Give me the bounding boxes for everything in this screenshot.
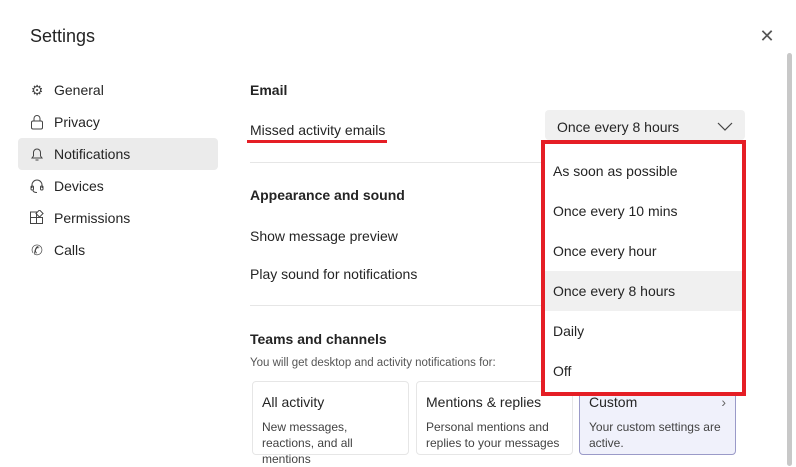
option-daily[interactable]: Daily bbox=[545, 311, 742, 351]
option-hour[interactable]: Once every hour bbox=[545, 231, 742, 271]
sidebar-item-devices[interactable]: Devices bbox=[18, 170, 218, 202]
sidebar-item-privacy[interactable]: Privacy bbox=[18, 106, 218, 138]
sidebar-item-label: Permissions bbox=[54, 210, 131, 226]
close-icon[interactable]: ✕ bbox=[758, 27, 776, 45]
teams-subtext: You will get desktop and activity notifi… bbox=[250, 357, 496, 369]
chevron-down-icon bbox=[717, 119, 733, 131]
page-title: Settings bbox=[30, 26, 96, 46]
sidebar-item-label: Calls bbox=[54, 242, 86, 258]
email-heading: Email bbox=[250, 82, 288, 98]
missed-activity-label: Missed activity emails bbox=[250, 122, 386, 138]
option-8-hours[interactable]: Once every 8 hours bbox=[545, 271, 742, 311]
sidebar-item-label: Devices bbox=[54, 178, 104, 194]
card-title: Custom bbox=[589, 394, 638, 410]
play-sound-label: Play sound for notifications bbox=[250, 266, 418, 282]
missed-activity-dropdown[interactable]: Once every 8 hours bbox=[545, 110, 745, 140]
dropdown-menu: As soon as possible Once every 10 mins O… bbox=[541, 140, 746, 396]
bell-icon bbox=[28, 145, 46, 163]
sidebar-item-label: General bbox=[54, 82, 104, 98]
card-title: Mentions & replies bbox=[426, 394, 542, 410]
show-preview-label: Show message preview bbox=[250, 228, 398, 244]
gear-icon: ⚙ bbox=[30, 81, 44, 98]
sidebar-item-notifications[interactable]: Notifications bbox=[18, 138, 218, 170]
phone-icon: ✆ bbox=[31, 241, 43, 258]
option-off[interactable]: Off bbox=[545, 351, 742, 391]
card-desc: Your custom settings are active. bbox=[589, 420, 721, 450]
teams-heading: Teams and channels bbox=[250, 331, 387, 347]
lock-icon bbox=[28, 113, 46, 131]
card-title: All activity bbox=[262, 394, 325, 410]
scrollbar[interactable] bbox=[787, 53, 792, 466]
sidebar-item-calls[interactable]: ✆ Calls bbox=[18, 234, 218, 266]
apps-icon bbox=[28, 209, 46, 227]
headset-icon bbox=[28, 177, 46, 195]
dropdown-value: Once every 8 hours bbox=[557, 119, 680, 135]
all-activity-card[interactable]: All activity New messages, reactions, and… bbox=[252, 381, 409, 466]
highlight-underline bbox=[247, 140, 387, 143]
card-desc: Personal mentions and replies to your me… bbox=[426, 420, 560, 450]
sidebar-item-label: Privacy bbox=[54, 114, 100, 130]
option-10-mins[interactable]: Once every 10 mins bbox=[545, 191, 742, 231]
appearance-heading: Appearance and sound bbox=[250, 187, 405, 203]
chevron-right-icon: › bbox=[721, 394, 726, 410]
card-desc: New messages, reactions, and all mention… bbox=[262, 420, 353, 466]
sidebar-item-general[interactable]: ⚙ General bbox=[18, 74, 218, 106]
sidebar-item-permissions[interactable]: Permissions bbox=[18, 202, 218, 234]
option-asap[interactable]: As soon as possible bbox=[545, 151, 742, 191]
sidebar-item-label: Notifications bbox=[54, 146, 131, 162]
